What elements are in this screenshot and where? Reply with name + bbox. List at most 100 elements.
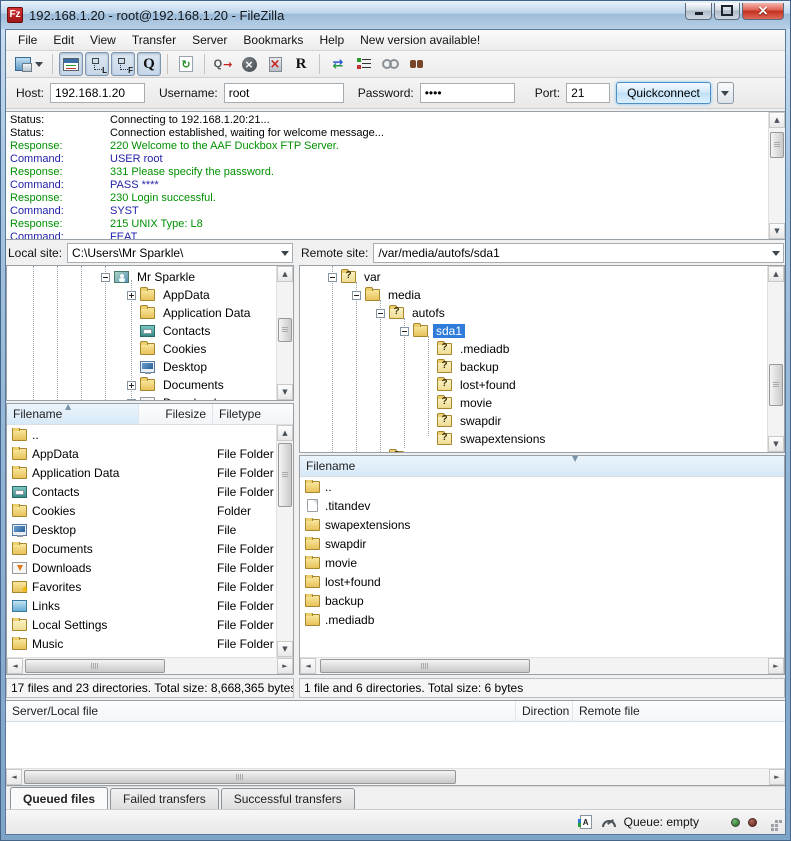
- scroll-down-icon[interactable]: ▼: [277, 641, 293, 657]
- menu-new-version[interactable]: New version available!: [352, 31, 488, 49]
- synchronized-browsing-button[interactable]: [378, 52, 402, 76]
- file-row[interactable]: DocumentsFile Folder: [7, 539, 276, 558]
- host-input[interactable]: [50, 83, 145, 103]
- tree-item-contacts[interactable]: Contacts: [7, 322, 276, 340]
- file-row[interactable]: lost+found: [300, 572, 784, 591]
- maximize-button[interactable]: [714, 3, 740, 20]
- expand-icon[interactable]: [127, 399, 136, 401]
- file-row[interactable]: movie: [300, 553, 784, 572]
- reconnect-button[interactable]: R: [289, 52, 313, 76]
- toggle-remote-tree-button[interactable]: F: [111, 52, 135, 76]
- tree-item-dvd[interactable]: dvd: [300, 448, 767, 452]
- file-row[interactable]: CookiesFolder: [7, 501, 276, 520]
- scrollbar-thumb[interactable]: [769, 364, 783, 406]
- scroll-left-icon[interactable]: ◄: [300, 658, 316, 674]
- scrollbar-thumb[interactable]: [278, 318, 292, 342]
- file-row[interactable]: swapdir: [300, 534, 784, 553]
- tree-item-mr-sparkle[interactable]: Mr Sparkle: [7, 268, 276, 286]
- cancel-button[interactable]: [237, 52, 261, 76]
- collapse-icon[interactable]: [400, 327, 409, 336]
- scroll-right-icon[interactable]: ►: [277, 658, 293, 674]
- toggle-message-log-button[interactable]: [59, 52, 83, 76]
- menu-transfer[interactable]: Transfer: [124, 31, 184, 49]
- column-header-remote-file[interactable]: Remote file: [573, 701, 785, 721]
- tree-item-appdata[interactable]: AppData: [7, 286, 276, 304]
- toggle-queue-button[interactable]: Q: [137, 52, 161, 76]
- chevron-down-icon[interactable]: [277, 247, 292, 260]
- file-row[interactable]: DesktopFile: [7, 520, 276, 539]
- scroll-up-icon[interactable]: ▲: [277, 266, 293, 282]
- file-row[interactable]: DownloadsFile Folder: [7, 558, 276, 577]
- tree-item-sda1[interactable]: sda1: [300, 322, 767, 340]
- tree-item-media[interactable]: media: [300, 286, 767, 304]
- scroll-up-icon[interactable]: ▲: [768, 266, 784, 282]
- transfer-type-icon[interactable]: [580, 815, 592, 829]
- file-row[interactable]: ContactsFile Folder: [7, 482, 276, 501]
- file-row[interactable]: swapextensions: [300, 515, 784, 534]
- quickconnect-dropdown-button[interactable]: [717, 82, 734, 104]
- remote-tree-scrollbar[interactable]: ▲ ▼: [767, 266, 784, 452]
- tree-item-mediadb[interactable]: .mediadb: [300, 340, 767, 358]
- tree-item-movie[interactable]: movie: [300, 394, 767, 412]
- scrollbar-thumb[interactable]: [278, 443, 292, 507]
- toggle-local-tree-button[interactable]: L: [85, 52, 109, 76]
- resize-grip[interactable]: [767, 816, 779, 828]
- collapse-icon[interactable]: [328, 273, 337, 282]
- remote-site-combobox[interactable]: /var/media/autofs/sda1: [373, 243, 784, 263]
- queue-hscrollbar[interactable]: ◄ ►: [6, 768, 785, 785]
- tree-item-desktop[interactable]: Desktop: [7, 358, 276, 376]
- tree-item-autofs[interactable]: autofs: [300, 304, 767, 322]
- find-files-button[interactable]: [404, 52, 428, 76]
- file-row[interactable]: .mediadb: [300, 610, 784, 629]
- menu-help[interactable]: Help: [311, 31, 352, 49]
- local-list-scrollbar[interactable]: ▲ ▼: [276, 425, 293, 657]
- file-row[interactable]: LinksFile Folder: [7, 596, 276, 615]
- scrollbar-thumb[interactable]: [770, 132, 784, 158]
- file-row[interactable]: MusicFile Folder: [7, 634, 276, 653]
- compare-directories-button[interactable]: [326, 52, 350, 76]
- disconnect-button[interactable]: [263, 52, 287, 76]
- tree-item-backup[interactable]: backup: [300, 358, 767, 376]
- expand-icon[interactable]: [127, 291, 136, 300]
- tab-successful-transfers[interactable]: Successful transfers: [221, 788, 355, 811]
- chevron-down-icon[interactable]: [768, 247, 783, 260]
- password-input[interactable]: [420, 83, 515, 103]
- tree-item-lost-found[interactable]: lost+found: [300, 376, 767, 394]
- scroll-up-icon[interactable]: ▲: [769, 112, 785, 128]
- speed-limit-icon[interactable]: [600, 818, 616, 830]
- filter-button[interactable]: [352, 52, 376, 76]
- menu-view[interactable]: View: [82, 31, 124, 49]
- column-header-filename[interactable]: Filename▼: [300, 456, 784, 476]
- port-input[interactable]: [566, 83, 610, 103]
- tab-queued-files[interactable]: Queued files: [10, 787, 108, 811]
- scroll-left-icon[interactable]: ◄: [7, 658, 23, 674]
- file-row[interactable]: AppDataFile Folder: [7, 444, 276, 463]
- scroll-down-icon[interactable]: ▼: [769, 223, 785, 239]
- menu-edit[interactable]: Edit: [45, 31, 82, 49]
- file-row[interactable]: backup: [300, 591, 784, 610]
- scroll-left-icon[interactable]: ◄: [6, 769, 22, 785]
- tree-item-cookies[interactable]: Cookies: [7, 340, 276, 358]
- collapse-icon[interactable]: [352, 291, 361, 300]
- username-input[interactable]: [224, 83, 344, 103]
- file-row[interactable]: Application DataFile Folder: [7, 463, 276, 482]
- remote-list-hscrollbar[interactable]: ◄ ►: [300, 657, 784, 674]
- column-header-filename[interactable]: Filename▲: [7, 404, 139, 424]
- tab-failed-transfers[interactable]: Failed transfers: [110, 788, 219, 811]
- close-button[interactable]: [742, 3, 784, 20]
- site-manager-button[interactable]: [12, 52, 46, 76]
- collapse-icon[interactable]: [101, 273, 110, 282]
- column-header-filesize[interactable]: Filesize: [139, 404, 213, 424]
- local-site-combobox[interactable]: C:\Users\Mr Sparkle\: [67, 243, 293, 263]
- column-header-filetype[interactable]: Filetype: [213, 404, 293, 424]
- scrollbar-thumb[interactable]: [320, 659, 530, 673]
- file-row[interactable]: Local SettingsFile Folder: [7, 615, 276, 634]
- process-queue-button[interactable]: [211, 52, 235, 76]
- collapse-icon[interactable]: [376, 309, 385, 318]
- refresh-button[interactable]: [174, 52, 198, 76]
- minimize-button[interactable]: [685, 3, 712, 20]
- tree-item-application-data[interactable]: Application Data: [7, 304, 276, 322]
- local-tree-scrollbar[interactable]: ▲ ▼: [276, 266, 293, 400]
- local-list-hscrollbar[interactable]: ◄ ►: [7, 657, 293, 674]
- scroll-right-icon[interactable]: ►: [769, 769, 785, 785]
